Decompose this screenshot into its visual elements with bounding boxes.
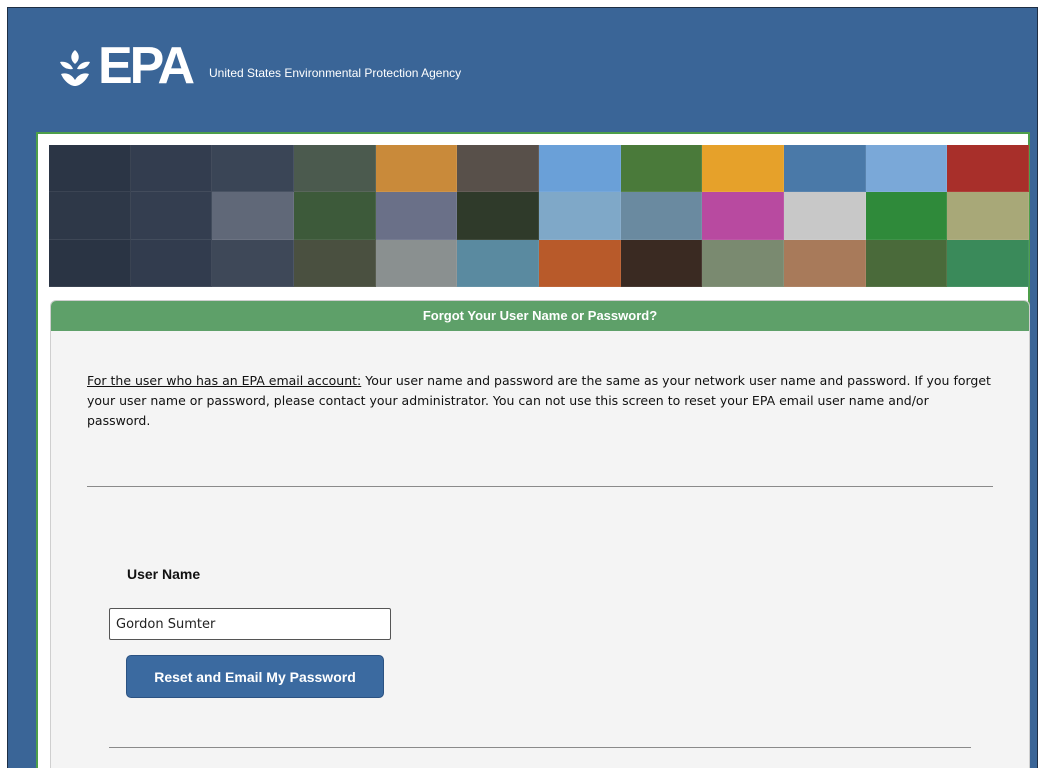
- banner-photo-tile: [457, 145, 539, 193]
- banner-photo-tile: [865, 239, 948, 287]
- banner-photo-tile: [375, 192, 458, 240]
- banner-photo-tile: [947, 239, 1029, 287]
- banner-photo-tile: [702, 145, 784, 193]
- info-label: For the user who has an EPA email accoun…: [87, 373, 362, 388]
- banner-photo-tile: [702, 192, 784, 240]
- epa-flower-icon: [60, 50, 90, 86]
- main-content: Forgot Your User Name or Password? For t…: [36, 132, 1030, 768]
- site-header: EPA United States Environmental Protecti…: [8, 8, 1037, 128]
- banner-photo-tile: [130, 145, 213, 193]
- forgot-password-panel: Forgot Your User Name or Password? For t…: [50, 300, 1030, 768]
- banner-photo-tile: [538, 192, 621, 240]
- epa-logo[interactable]: EPA: [58, 37, 195, 95]
- nature-photo-banner: [49, 145, 1029, 287]
- banner-photo-tile: [293, 192, 376, 240]
- banner-photo-tile: [620, 192, 703, 240]
- banner-photo-tile: [783, 192, 866, 240]
- banner-photo-tile: [375, 145, 458, 193]
- banner-photo-tile: [49, 145, 131, 193]
- user-name-label: User Name: [127, 566, 201, 582]
- banner-photo-tile: [538, 145, 621, 193]
- banner-photo-tile: [49, 239, 131, 287]
- banner-photo-tile: [375, 239, 458, 287]
- banner-photo-tile: [457, 192, 539, 240]
- page-frame: EPA United States Environmental Protecti…: [7, 7, 1038, 768]
- banner-photo-tile: [947, 145, 1029, 193]
- banner-photo-tile: [783, 239, 866, 287]
- banner-photo-tile: [538, 239, 621, 287]
- reset-email-password-button[interactable]: Reset and Email My Password: [126, 655, 384, 698]
- banner-photo-tile: [293, 145, 376, 193]
- divider-bottom: [109, 747, 971, 748]
- banner-photo-tile: [130, 192, 213, 240]
- agency-name: United States Environmental Protection A…: [209, 66, 462, 80]
- banner-photo-tile: [293, 239, 376, 287]
- banner-photo-tile: [947, 192, 1029, 240]
- panel-title: Forgot Your User Name or Password?: [51, 301, 1029, 331]
- banner-photo-tile: [212, 192, 294, 240]
- banner-photo-tile: [212, 239, 294, 287]
- banner-photo-tile: [212, 145, 294, 193]
- banner-photo-tile: [865, 145, 948, 193]
- banner-photo-tile: [865, 192, 948, 240]
- banner-photo-tile: [49, 192, 131, 240]
- banner-photo-tile: [457, 239, 539, 287]
- epa-logo-text: EPA: [98, 37, 195, 95]
- banner-photo-tile: [620, 145, 703, 193]
- banner-photo-tile: [702, 239, 784, 287]
- banner-photo-tile: [620, 239, 703, 287]
- epa-email-info: For the user who has an EPA email accoun…: [87, 371, 993, 431]
- banner-photo-tile: [783, 145, 866, 193]
- user-name-input[interactable]: [109, 608, 391, 640]
- divider: [87, 486, 993, 487]
- banner-photo-tile: [130, 239, 213, 287]
